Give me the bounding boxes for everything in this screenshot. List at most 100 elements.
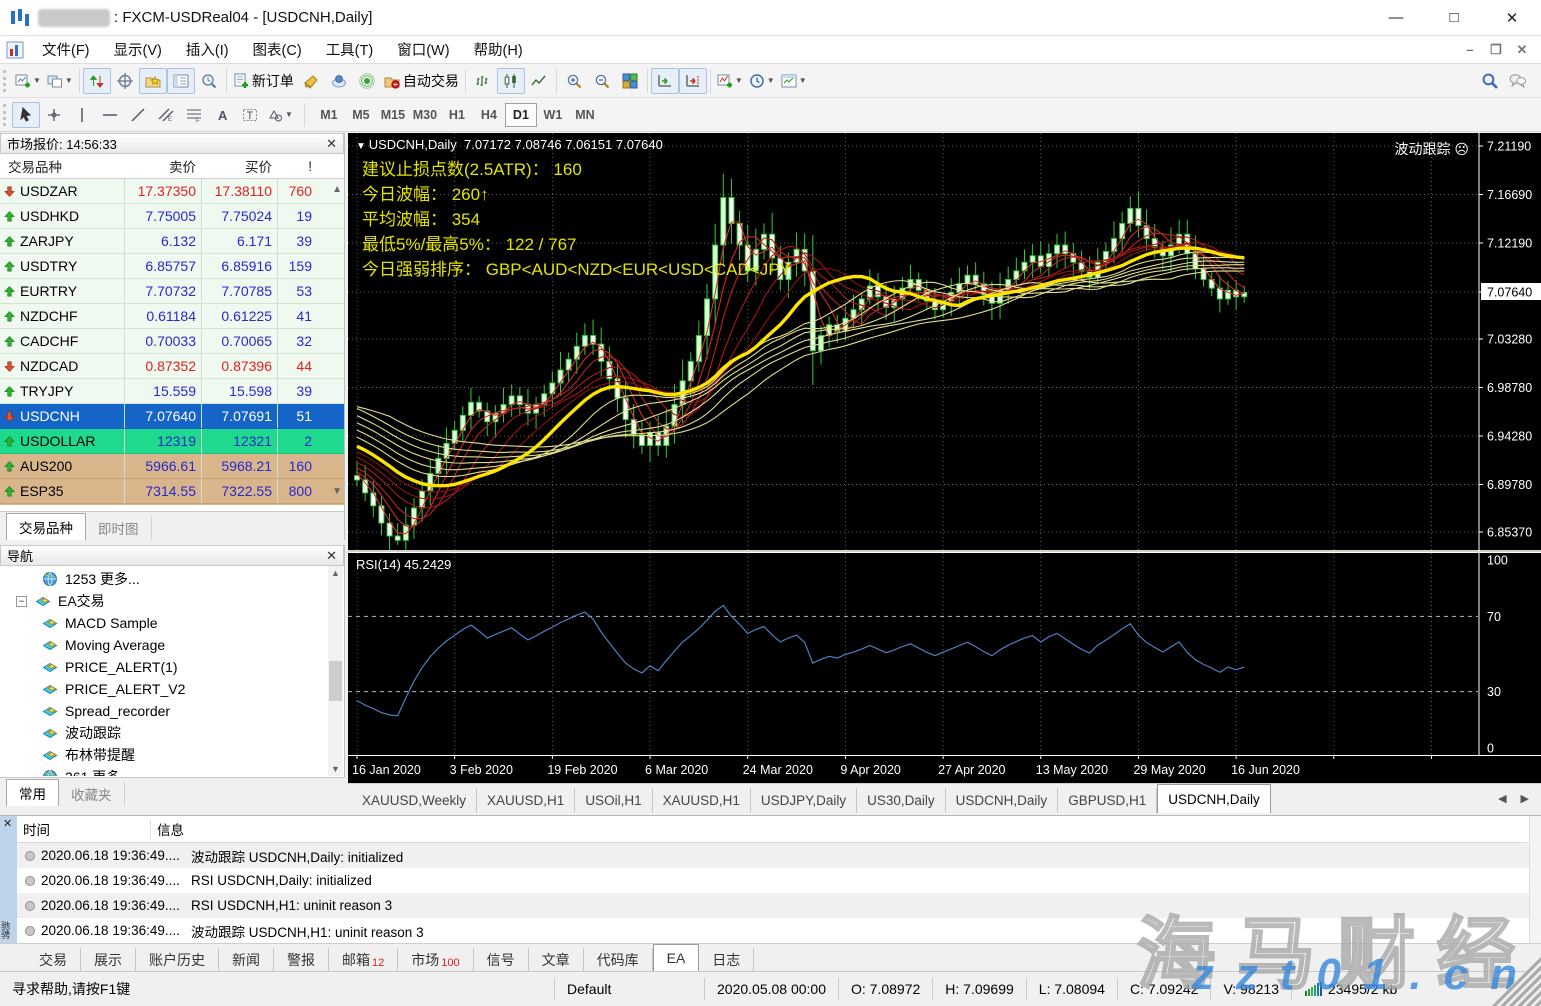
navigator-item-7[interactable]: 波动跟踪 bbox=[0, 722, 330, 744]
terminal-tab-警报[interactable]: 警报 bbox=[274, 948, 329, 971]
market-watch-row-USDHKD[interactable]: USDHKD 7.75005 7.75024 19 bbox=[0, 204, 344, 229]
trendline-tool-button[interactable] bbox=[124, 102, 152, 128]
chart-tab-1[interactable]: XAUUSD,H1 bbox=[477, 788, 576, 813]
market-watch-row-CADCHF[interactable]: CADCHF 0.70033 0.70065 32 bbox=[0, 329, 344, 354]
text-tool-button[interactable]: A bbox=[208, 102, 236, 128]
templates-button[interactable]: ▼ bbox=[778, 68, 810, 94]
scroll-down-icon[interactable]: ▼ bbox=[332, 486, 342, 497]
navigator-scrollbar[interactable]: ▲ ▼ bbox=[328, 566, 343, 776]
timeframe-M5[interactable]: M5 bbox=[345, 103, 377, 127]
navigator-item-9[interactable]: 361 更多 bbox=[0, 766, 330, 776]
chart-shift-button[interactable] bbox=[678, 67, 707, 94]
navigator-close-icon[interactable]: ✕ bbox=[326, 548, 337, 564]
market-watch-row-USDCNH[interactable]: USDCNH 7.07640 7.07691 51 bbox=[0, 404, 344, 429]
navigator-item-2[interactable]: MACD Sample bbox=[0, 612, 330, 634]
mw-col-2[interactable]: 买价 bbox=[202, 156, 278, 176]
mw-col-3[interactable]: ! bbox=[278, 159, 318, 174]
shapes-tool-button[interactable]: ▼ bbox=[264, 102, 296, 128]
cursor-tool-button[interactable] bbox=[12, 101, 40, 128]
terminal-tab-交易[interactable]: 交易 bbox=[26, 948, 81, 971]
profiles-button[interactable]: ▼ bbox=[44, 68, 76, 94]
navigator-item-6[interactable]: Spread_recorder bbox=[0, 700, 330, 722]
fibo-tool-button[interactable]: F bbox=[180, 102, 208, 128]
menu-2[interactable]: 插入(I) bbox=[174, 35, 241, 64]
child-minimize-button[interactable]: – bbox=[1457, 42, 1483, 58]
terminal-col-message[interactable]: 信息 bbox=[150, 819, 184, 839]
chat-button[interactable] bbox=[1503, 68, 1531, 94]
terminal-row-0[interactable]: 2020.06.18 19:36:49.... 波动跟踪 USDCNH,Daily… bbox=[17, 843, 1529, 868]
toolbar-grip[interactable] bbox=[3, 69, 8, 92]
navigator-item-1[interactable]: − EA交易 bbox=[0, 590, 330, 612]
timeframe-H1[interactable]: H1 bbox=[441, 103, 473, 127]
terminal-close-icon[interactable]: ✕ bbox=[3, 817, 12, 830]
chart-tab-6[interactable]: USDCNH,Daily bbox=[946, 788, 1059, 813]
new-chart-button[interactable]: ▼ bbox=[12, 68, 44, 94]
chart-tab-7[interactable]: GBPUSD,H1 bbox=[1058, 788, 1158, 813]
timeframe-M30[interactable]: M30 bbox=[409, 103, 441, 127]
child-close-button[interactable]: ✕ bbox=[1509, 42, 1535, 58]
market-watch-row-USDTRY[interactable]: USDTRY 6.85757 6.85916 159 bbox=[0, 254, 344, 279]
navigator-tab-1[interactable]: 收藏夹 bbox=[59, 782, 125, 806]
market-watch-row-USDOLLAR[interactable]: USDOLLAR 12319 12321 2 bbox=[0, 429, 344, 454]
market-watch-close-icon[interactable]: ✕ bbox=[326, 136, 337, 152]
terminal-tab-邮箱[interactable]: 邮箱 12 bbox=[329, 948, 399, 971]
timeframe-W1[interactable]: W1 bbox=[537, 103, 569, 127]
maximize-button[interactable]: □ bbox=[1425, 0, 1483, 35]
timeframe-H4[interactable]: H4 bbox=[473, 103, 505, 127]
minimize-button[interactable]: — bbox=[1367, 0, 1425, 35]
terminal-tab-日志[interactable]: 日志 bbox=[699, 948, 755, 971]
label-tool-button[interactable]: T bbox=[236, 102, 264, 128]
terminal-tab-EA[interactable]: EA bbox=[652, 944, 700, 971]
tabs-scroll-right-icon[interactable]: ▶ bbox=[1521, 792, 1529, 805]
mw-col-0[interactable]: 交易品种 bbox=[0, 156, 125, 176]
scroll-up-icon[interactable]: ▲ bbox=[332, 184, 342, 195]
navigator-item-4[interactable]: PRICE_ALERT(1) bbox=[0, 656, 330, 678]
chart-window[interactable]: 7.21190 7.16690 7.12190 7.07640 7.03280 6.987… bbox=[348, 133, 1541, 783]
market-watch-row-TRYJPY[interactable]: TRYJPY 15.559 15.598 39 bbox=[0, 379, 344, 404]
zoom-in-button[interactable] bbox=[560, 68, 588, 94]
bar-chart-button[interactable] bbox=[469, 68, 497, 94]
market-watch-row-NZDCHF[interactable]: NZDCHF 0.61184 0.61225 41 bbox=[0, 304, 344, 329]
child-restore-button[interactable]: ❐ bbox=[1483, 42, 1509, 58]
line-chart-button[interactable] bbox=[525, 68, 553, 94]
mql5-button[interactable] bbox=[353, 68, 381, 94]
navigator-tab-0[interactable]: 常用 bbox=[6, 779, 59, 806]
search-button[interactable] bbox=[1475, 68, 1503, 94]
periods-button[interactable]: ▼ bbox=[746, 68, 778, 94]
market-watch-tab-0[interactable]: 交易品种 bbox=[6, 513, 86, 540]
chart-tab-3[interactable]: XAUUSD,H1 bbox=[653, 788, 751, 813]
navigator-item-3[interactable]: Moving Average bbox=[0, 634, 330, 656]
market-watch-row-USDZAR[interactable]: USDZAR 17.37350 17.38110 760 bbox=[0, 179, 344, 204]
menu-0[interactable]: 文件(F) bbox=[30, 35, 102, 64]
terminal-tab-新闻[interactable]: 新闻 bbox=[219, 948, 274, 971]
channel-tool-button[interactable]: E bbox=[152, 102, 180, 128]
terminal-tab-展示[interactable]: 展示 bbox=[81, 948, 136, 971]
navigator-item-8[interactable]: 布林带提醒 bbox=[0, 744, 330, 766]
menu-6[interactable]: 帮助(H) bbox=[462, 35, 535, 64]
timeframe-M15[interactable]: M15 bbox=[377, 103, 409, 127]
tree-collapse-icon[interactable]: − bbox=[16, 595, 27, 607]
chart-tab-5[interactable]: US30,Daily bbox=[857, 788, 946, 813]
chart-tab-2[interactable]: USOil,H1 bbox=[575, 788, 653, 813]
toolbar-grip[interactable] bbox=[3, 103, 8, 126]
market-watch-button[interactable] bbox=[82, 67, 111, 94]
menu-1[interactable]: 显示(V) bbox=[102, 35, 174, 64]
hline-tool-button[interactable] bbox=[96, 102, 124, 128]
timeframe-MN[interactable]: MN bbox=[569, 103, 601, 127]
terminal-tab-代码库[interactable]: 代码库 bbox=[584, 948, 653, 971]
navigator-button[interactable] bbox=[166, 67, 195, 94]
favorites-button[interactable] bbox=[138, 67, 167, 94]
menu-5[interactable]: 窗口(W) bbox=[385, 35, 461, 64]
vline-tool-button[interactable] bbox=[68, 102, 96, 128]
terminal-tab-信号[interactable]: 信号 bbox=[474, 948, 529, 971]
timeframe-D1[interactable]: D1 bbox=[504, 102, 537, 127]
new-order-button[interactable]: 新订单 bbox=[230, 68, 297, 94]
community-button[interactable] bbox=[325, 68, 353, 94]
menu-3[interactable]: 图表(C) bbox=[241, 35, 314, 64]
terminal-tab-文章[interactable]: 文章 bbox=[529, 948, 584, 971]
market-watch-row-ESP35[interactable]: ESP35 7314.55 7322.55 800 bbox=[0, 479, 344, 504]
tabs-scroll-left-icon[interactable]: ◀ bbox=[1498, 792, 1506, 805]
mw-col-1[interactable]: 卖价 bbox=[125, 156, 202, 176]
zoom-out-button[interactable] bbox=[588, 68, 616, 94]
autotrade-button[interactable]: 自动交易 bbox=[381, 68, 462, 94]
